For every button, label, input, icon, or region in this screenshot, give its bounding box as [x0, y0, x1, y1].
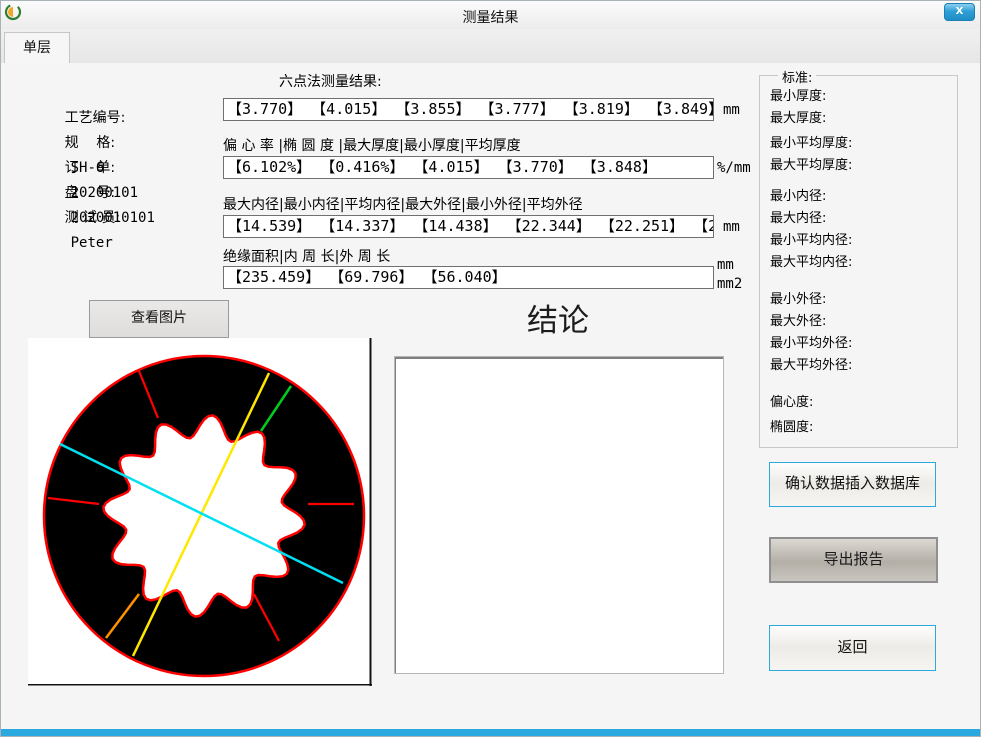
standards-list: 最小厚度: 最大厚度: 最小平均厚度: 最大平均厚度: 最小内径: 最大内径: … [770, 86, 852, 439]
std-min-avg-inner-dia: 最小平均内径: [770, 230, 852, 252]
area-unit-mm2: mm2 [717, 276, 742, 292]
conclusion-title: 结论 [394, 295, 722, 340]
process-no-label: 工艺编号: [65, 106, 126, 131]
eccentricity-header: 偏 心 率 |椭 圆 度 |最大厚度|最小厚度|平均厚度 [223, 135, 521, 155]
view-image-button[interactable]: 查看图片 [89, 300, 229, 338]
std-max-avg-thickness: 最大平均厚度: [770, 155, 852, 177]
diameter-unit: mm [723, 219, 740, 235]
eccentricity-unit: %/mm [717, 160, 751, 176]
export-report-button[interactable]: 导出报告 [769, 537, 938, 583]
form-content: 工艺编号: 规 格: SH-6 订 单: 20200101 盘 号: 20200… [1, 63, 980, 729]
measurement-result-window: 测量结果 X 单层 工艺编号: 规 格: SH-6 订 单: 20200101 … [0, 0, 981, 737]
std-min-outer-dia: 最小外径: [770, 289, 852, 311]
measured-cross-section [28, 338, 372, 686]
close-button[interactable]: X [944, 3, 975, 21]
std-max-thickness: 最大厚度: [770, 108, 852, 130]
tab-single-layer[interactable]: 单层 [4, 32, 70, 64]
confirm-insert-db-button[interactable]: 确认数据插入数据库 [769, 462, 936, 507]
area-unit-mm: mm [717, 257, 734, 273]
area-values-box: 【235.459】 【69.796】 【56.040】 [223, 266, 714, 289]
std-max-avg-inner-dia: 最大平均内径: [770, 252, 852, 274]
std-min-avg-outer-dia: 最小平均外径: [770, 333, 852, 355]
window-title: 测量结果 [1, 7, 980, 27]
order-label: 订 单: [65, 156, 116, 181]
six-point-unit: mm [723, 102, 740, 118]
six-point-values-box: 【3.770】 【4.015】 【3.855】 【3.777】 【3.819】 … [223, 98, 714, 121]
reel-label: 盘 号: [65, 181, 116, 206]
std-ellipticity: 椭圆度: [770, 417, 852, 439]
std-max-inner-dia: 最大内径: [770, 208, 852, 230]
job-info-block: 工艺编号: 规 格: SH-6 订 单: 20200101 盘 号: 20200… [29, 81, 155, 206]
std-max-avg-outer-dia: 最大平均外径: [770, 355, 852, 377]
std-min-avg-thickness: 最小平均厚度: [770, 133, 852, 155]
std-min-inner-dia: 最小内径: [770, 186, 852, 208]
eccentricity-values-box: 【6.102%】 【0.416%】 【4.015】 【3.770】 【3.848… [223, 156, 714, 179]
window-bottom-accent-bar [1, 729, 980, 736]
six-point-title: 六点法测量结果: [279, 71, 382, 91]
title-bar: 测量结果 X [1, 1, 980, 30]
area-header: 绝缘面积|内 周 长|外 周 长 [223, 246, 390, 266]
conclusion-textbox[interactable] [394, 356, 724, 674]
tab-strip: 单层 [1, 29, 980, 64]
std-max-outer-dia: 最大外径: [770, 311, 852, 333]
spec-label: 规 格: [65, 131, 116, 156]
std-eccentricity: 偏心度: [770, 392, 852, 414]
standards-groupbox: 标准: 最小厚度: 最大厚度: 最小平均厚度: 最大平均厚度: 最小内径: 最大… [759, 75, 958, 448]
std-min-thickness: 最小厚度: [770, 86, 852, 108]
tester-label: 测 试 员: [65, 206, 121, 231]
tester-value: Peter [71, 231, 113, 256]
diameter-values-box: 【14.539】 【14.337】 【14.438】 【22.344】 【22.… [223, 215, 714, 238]
diameter-header: 最大内径|最小内径|平均内径|最大外径|最小外径|平均外径 [223, 194, 583, 214]
info-row-process-no: 工艺编号: [29, 81, 155, 106]
back-button[interactable]: 返回 [769, 625, 936, 671]
standards-title: 标准: [778, 67, 816, 86]
